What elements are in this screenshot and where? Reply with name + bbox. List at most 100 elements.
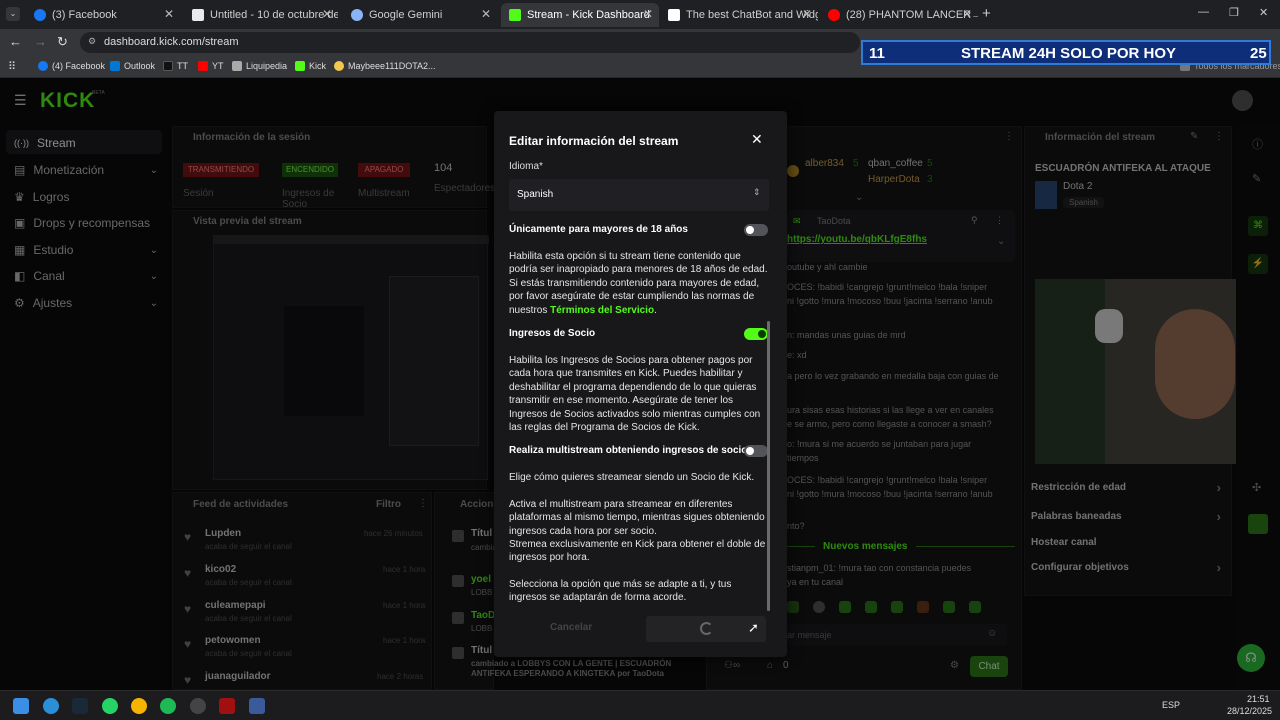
cancel-button[interactable]: Cancelar <box>550 622 592 633</box>
windows-taskbar: ESP 21:51 28/12/2025 <box>0 690 1280 720</box>
clock-time[interactable]: 21:51 <box>1247 694 1270 704</box>
tab-kick-dashboard[interactable]: Stream - Kick Dashboard ✕ <box>501 3 659 27</box>
tab-youtube[interactable]: (28) PHANTOM LANCER→ No ...✕ <box>820 3 978 27</box>
modal-title: Editar información del stream <box>509 134 679 148</box>
bookmark-youtube[interactable]: YT <box>198 61 224 71</box>
multistream-description: Selecciona la opción que más se adapte a… <box>509 579 732 604</box>
terms-link[interactable]: Términos del Servicio <box>550 305 654 316</box>
bookmark-label: Liquipedia <box>246 61 288 71</box>
stream-overlay-banner: 11 STREAM 24H SOLO POR HOY 25 <box>861 40 1271 65</box>
bookmark-label: (4) Facebook <box>52 61 106 71</box>
multistream-toggle[interactable] <box>744 445 768 457</box>
close-window-button[interactable]: ✕ <box>1259 6 1268 19</box>
close-tab-icon[interactable]: ✕ <box>643 7 653 21</box>
minimize-button[interactable]: — <box>1198 6 1209 18</box>
site-info-icon[interactable]: ⚙ <box>88 36 96 47</box>
maximize-button[interactable]: ❐ <box>1229 6 1239 19</box>
outlook-icon <box>110 61 120 71</box>
chevron-updown-icon: ⇕ <box>753 187 761 197</box>
browser-tab-strip: ⌄ (3) Facebook ✕ Untitled - 10 de octubre… <box>0 0 1280 29</box>
bookmark-kick[interactable]: Kick <box>295 61 326 71</box>
mature-label: Únicamente para mayores de 18 años <box>509 224 688 235</box>
emoji-icon <box>334 61 344 71</box>
tab-label: (28) PHANTOM LANCER→ No ... <box>846 9 978 21</box>
banner-right-number: 25 <box>1250 45 1267 62</box>
bookmark-tiktok[interactable]: TT <box>163 61 188 71</box>
close-tab-icon[interactable]: ✕ <box>802 7 812 21</box>
language-select[interactable]: Spanish ⇕ <box>509 179 769 211</box>
windows-start-icon[interactable] <box>13 698 29 714</box>
chrome-icon[interactable] <box>131 698 147 714</box>
tab-chatbot[interactable]: The best ChatBot and Widgets✕ <box>660 3 818 27</box>
mature-description: Habilita esta opción si tu stream tiene … <box>509 250 769 317</box>
bookmark-facebook[interactable]: (4) Facebook <box>38 61 105 71</box>
bookmark-label: TT <box>177 61 188 71</box>
close-tab-icon[interactable]: ✕ <box>164 7 174 21</box>
clock-date[interactable]: 28/12/2025 <box>1227 706 1272 716</box>
edit-stream-info-modal: Editar información del stream ✕ Idioma* … <box>494 111 787 657</box>
bookmark-label: Outlook <box>124 61 156 71</box>
apps-grid-icon[interactable]: ⠿ <box>8 60 16 73</box>
close-tab-icon[interactable]: ✕ <box>322 7 332 21</box>
language-value: Spanish <box>517 189 554 200</box>
new-tab-button[interactable]: + <box>982 5 991 22</box>
tab-search-icon[interactable]: ⌄ <box>6 7 20 21</box>
kick-icon <box>509 9 521 21</box>
loading-spinner-icon <box>700 622 713 635</box>
back-arrow-icon[interactable]: ← <box>9 34 22 49</box>
partner-toggle[interactable] <box>744 328 768 340</box>
calculator-icon[interactable] <box>249 698 265 714</box>
gemini-icon <box>351 9 363 21</box>
facebook-icon <box>34 9 46 21</box>
kick-icon <box>295 61 305 71</box>
close-tab-icon[interactable]: ✕ <box>481 7 491 21</box>
partner-label: Ingresos de Socio <box>509 328 596 339</box>
liquipedia-icon <box>232 61 242 71</box>
language-indicator[interactable]: ESP <box>1162 700 1180 710</box>
tiktok-icon <box>163 61 173 71</box>
spotify-icon[interactable] <box>160 698 176 714</box>
obs-icon[interactable] <box>190 698 206 714</box>
multistream-description: Activa el multistream para streamear en … <box>509 499 765 537</box>
edge-icon[interactable] <box>43 698 59 714</box>
bookmark-outlook[interactable]: Outlook <box>110 61 155 71</box>
tab-label: Untitled - 10 de octubre de 20... <box>210 9 338 21</box>
tab-facebook[interactable]: (3) Facebook ✕ <box>26 3 180 27</box>
bookmark-liquipedia[interactable]: Liquipedia <box>232 61 287 71</box>
steam-icon[interactable] <box>72 698 88 714</box>
bookmark-label: Maybeee111DOTA2... <box>348 61 436 71</box>
dota-icon[interactable] <box>219 698 235 714</box>
tab-label: The best ChatBot and Widgets <box>686 9 818 21</box>
close-tab-icon[interactable]: ✕ <box>962 7 972 21</box>
youtube-icon <box>828 9 840 21</box>
tab-untitled[interactable]: Untitled - 10 de octubre de 20...✕ <box>184 3 338 27</box>
facebook-icon <box>38 61 48 71</box>
partner-description: Habilita los Ingresos de Socios para obt… <box>509 355 761 434</box>
mouse-cursor-icon: ➚ <box>748 620 759 635</box>
mature-toggle[interactable] <box>744 224 768 236</box>
youtube-icon <box>198 61 208 71</box>
banner-text: STREAM 24H SOLO POR HOY <box>961 45 1177 62</box>
reload-icon[interactable]: ↻ <box>57 34 68 50</box>
document-icon <box>192 9 204 21</box>
chatbot-icon <box>668 9 680 21</box>
bookmark-dota[interactable]: Maybeee111DOTA2... <box>334 61 436 71</box>
tab-label: Stream - Kick Dashboard <box>527 9 650 21</box>
close-icon[interactable]: ✕ <box>751 131 763 148</box>
url-bar[interactable]: ⚙ dashboard.kick.com/stream <box>80 32 860 53</box>
bookmark-label: YT <box>212 61 224 71</box>
language-label: Idioma* <box>509 161 543 170</box>
banner-left-number: 11 <box>869 45 885 62</box>
forward-arrow-icon[interactable]: → <box>34 34 47 49</box>
scrollbar[interactable] <box>767 321 770 611</box>
tab-label: (3) Facebook <box>52 9 117 21</box>
tab-label: Google Gemini <box>369 9 443 21</box>
terms-suffix: . <box>654 304 657 316</box>
multistream-description: Stremea exclusivamente en Kick para obte… <box>509 539 766 564</box>
multistream-label: Realiza multistream obteniendo ingresos … <box>509 445 748 456</box>
whatsapp-icon[interactable] <box>102 698 118 714</box>
url-text: dashboard.kick.com/stream <box>104 36 239 48</box>
bookmark-label: Kick <box>309 61 327 71</box>
tab-gemini[interactable]: Google Gemini ✕ <box>343 3 497 27</box>
multistream-description: Elige cómo quieres streamear siendo un S… <box>509 472 755 483</box>
